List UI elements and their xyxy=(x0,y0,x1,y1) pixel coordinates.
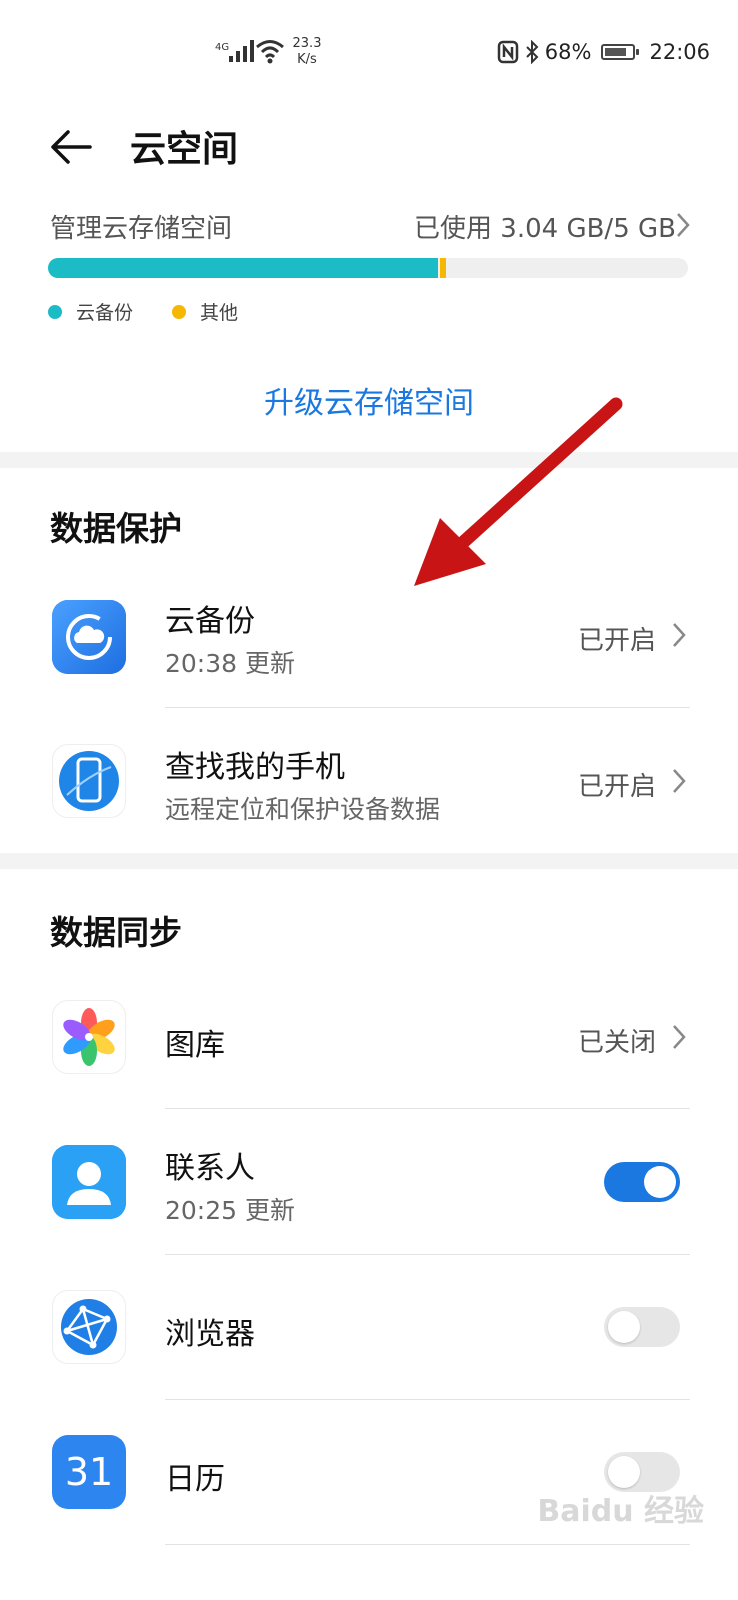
row-title: 查找我的手机 xyxy=(165,750,345,785)
list-separator xyxy=(165,1544,690,1545)
row-title: 浏览器 xyxy=(165,1317,255,1352)
other-usage-fill xyxy=(440,258,447,278)
list-item-gallery[interactable]: 图库 已关闭 xyxy=(0,990,738,1108)
list-item-cloud-backup[interactable]: 云备份 20:38 更新 已开启 xyxy=(0,578,738,708)
storage-used-text[interactable]: 已使用 3.04 GB/5 GB xyxy=(414,208,676,245)
legend-label-other: 其他 xyxy=(200,302,239,324)
back-arrow-icon[interactable] xyxy=(48,124,94,170)
storage-usage-bar xyxy=(48,258,688,278)
calendar-icon-date: 31 xyxy=(64,1450,114,1494)
row-title: 日历 xyxy=(165,1462,225,1497)
baidu-watermark: Baidu 经验 xyxy=(537,1494,704,1529)
list-item-browser[interactable]: 浏览器 xyxy=(0,1255,738,1399)
legend-dot-other xyxy=(172,304,186,319)
network-speed: 23.3 K/s xyxy=(287,36,327,68)
browser-sync-toggle[interactable] xyxy=(604,1307,680,1347)
legend-label-backup: 云备份 xyxy=(76,302,134,324)
toggle-knob xyxy=(608,1456,640,1488)
row-title: 图库 xyxy=(165,1028,225,1063)
speed-value: 23.3 xyxy=(292,36,322,51)
cloud-backup-icon xyxy=(52,600,126,674)
row-title: 云备份 xyxy=(165,604,255,639)
legend-dot-backup xyxy=(48,304,62,319)
contacts-icon xyxy=(52,1145,126,1219)
list-item-contacts[interactable]: 联系人 20:25 更新 xyxy=(0,1109,738,1254)
toggle-knob xyxy=(608,1311,640,1343)
row-title: 联系人 xyxy=(165,1151,255,1186)
browser-icon xyxy=(52,1290,126,1364)
status-right: 68% 22:06 xyxy=(497,40,710,64)
app-header: 云空间 xyxy=(0,110,738,182)
bluetooth-icon xyxy=(526,40,539,64)
row-subtitle: 20:38 更新 xyxy=(165,649,295,678)
row-state: 已开启 xyxy=(577,772,656,802)
manage-storage-label[interactable]: 管理云存储空间 xyxy=(50,208,232,245)
chevron-right-icon[interactable] xyxy=(676,212,690,238)
list-item-find-phone[interactable]: 查找我的手机 远程定位和保护设备数据 已开启 xyxy=(0,708,738,848)
section-title-protection: 数据保护 xyxy=(50,509,182,548)
find-phone-icon xyxy=(52,744,126,818)
backup-usage-fill xyxy=(48,258,439,278)
row-subtitle: 远程定位和保护设备数据 xyxy=(165,795,441,824)
row-subtitle: 20:25 更新 xyxy=(165,1196,295,1225)
gallery-icon xyxy=(52,1000,126,1074)
section-divider xyxy=(0,853,738,869)
legend-other: 其他 xyxy=(172,298,238,325)
chevron-right-icon xyxy=(673,623,686,647)
section-title-sync: 数据同步 xyxy=(50,913,182,952)
upgrade-storage-link[interactable]: 升级云存储空间 xyxy=(0,378,738,422)
chevron-right-icon xyxy=(673,1025,686,1049)
toggle-knob xyxy=(644,1166,676,1198)
row-state: 已开启 xyxy=(577,626,656,656)
calendar-icon: 31 xyxy=(52,1435,126,1509)
contacts-sync-toggle[interactable] xyxy=(604,1162,680,1202)
chevron-right-icon xyxy=(673,769,686,793)
status-bar: 4G 23.3 K/s 68% 22:06 xyxy=(0,0,738,100)
signal-icon xyxy=(229,40,254,62)
nfc-icon xyxy=(497,40,519,64)
page-title: 云空间 xyxy=(130,129,239,170)
wifi-icon xyxy=(256,40,284,64)
clock: 22:06 xyxy=(649,40,710,64)
battery-icon xyxy=(601,44,640,60)
row-state: 已关闭 xyxy=(577,1028,656,1058)
section-divider xyxy=(0,452,738,468)
battery-percent: 68% xyxy=(544,40,592,64)
legend-backup: 云备份 xyxy=(48,298,133,325)
speed-unit: K/s xyxy=(297,52,317,67)
